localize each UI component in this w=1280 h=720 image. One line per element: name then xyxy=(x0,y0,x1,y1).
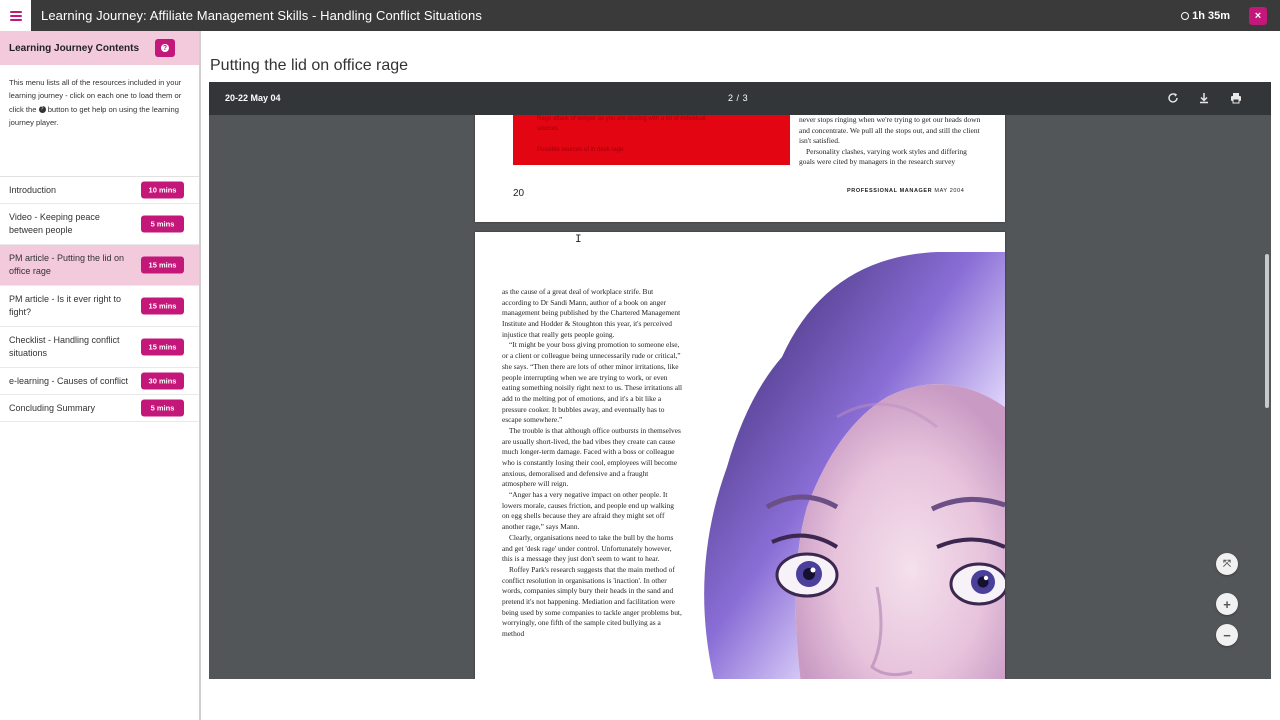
article-paragraph: as the cause of a great deal of workplac… xyxy=(502,287,681,339)
sidebar-item-checklist[interactable]: Checklist - Handling conflict situations… xyxy=(0,327,199,368)
page-title: Putting the lid on office rage xyxy=(210,57,409,74)
article-paragraph: Personality clashes, varying work styles… xyxy=(799,146,967,167)
sidebar: Learning Journey Contents ? This menu li… xyxy=(0,31,201,720)
sidebar-item-label: PM article - Is it ever right to fight? xyxy=(9,294,122,317)
article-paragraph: Clearly, organisations need to take the … xyxy=(502,532,674,564)
article-paragraph: “It might be your boss giving promotion … xyxy=(502,340,683,425)
sidebar-item-label: e-learning - Causes of conflict xyxy=(9,375,129,386)
callout-text: sources xyxy=(537,126,559,132)
duration-badge: 5 mins xyxy=(141,399,184,417)
pdf-viewer[interactable]: Rage attack of temper as you are dealing… xyxy=(209,82,1271,679)
red-callout: Rage attack of temper as you are dealing… xyxy=(513,114,790,165)
document-name: 20-22 May 04 xyxy=(225,93,281,103)
question-icon: ? xyxy=(161,44,169,52)
help-button[interactable]: ? xyxy=(155,39,175,57)
article-paragraph: The trouble is that although office outb… xyxy=(502,425,681,489)
page-separator: / xyxy=(736,93,740,103)
sidebar-title: Learning Journey Contents xyxy=(9,42,140,54)
pdf-page-2: as the cause of a great deal of workplac… xyxy=(475,232,1005,679)
sidebar-item-label: PM article - Putting the lid on office r… xyxy=(9,253,125,276)
sidebar-item-label: Introduction xyxy=(9,184,57,195)
sidebar-item-pm-article-office-rage[interactable]: PM article - Putting the lid on office r… xyxy=(0,245,199,286)
pdf-page-1: Rage attack of temper as you are dealing… xyxy=(475,114,1005,222)
sidebar-item-concluding-summary[interactable]: Concluding Summary 5 mins xyxy=(0,395,199,422)
footer-date: MAY 2004 xyxy=(934,188,965,194)
sidebar-item-introduction[interactable]: Introduction 10 mins xyxy=(0,177,199,204)
page-total: 3 xyxy=(742,93,749,103)
page-number: 20 xyxy=(513,188,525,199)
text-cursor-icon: I xyxy=(575,234,582,246)
question-icon: ? xyxy=(38,106,46,114)
page-current[interactable]: 2 xyxy=(728,93,734,103)
page-indicator: 2 / 3 xyxy=(728,93,748,103)
duration-badge: 15 mins xyxy=(141,256,184,274)
duration-badge: 10 mins xyxy=(141,181,184,199)
scrollbar[interactable] xyxy=(1265,254,1269,408)
sidebar-item-e-learning[interactable]: e-learning - Causes of conflict 30 mins xyxy=(0,368,199,395)
article-paragraph: Roffey Park's research suggests that the… xyxy=(502,564,682,638)
sidebar-header: Learning Journey Contents ? xyxy=(0,31,199,65)
close-button[interactable]: × xyxy=(1249,7,1267,25)
sidebar-description: This menu lists all of the resources inc… xyxy=(0,65,199,176)
page-footer: PROFESSIONAL MANAGER MAY 2004 xyxy=(847,188,964,194)
sidebar-item-label: Checklist - Handling conflict situations xyxy=(9,335,120,358)
top-bar: Learning Journey: Affiliate Management S… xyxy=(0,0,1280,31)
download-icon[interactable] xyxy=(1197,91,1211,105)
sidebar-item-label: Video - Keeping peace between people xyxy=(9,212,100,235)
angry-woman-photo xyxy=(687,247,1005,679)
duration-badge: 5 mins xyxy=(141,215,184,233)
article-paragraph: never stops ringing when we're trying to… xyxy=(799,115,981,146)
clock-icon xyxy=(1181,11,1190,20)
article-paragraph: “Anger has a very negative impact on oth… xyxy=(502,490,674,532)
article-text: never stops ringing when we're trying to… xyxy=(799,115,984,168)
zoom-in-button[interactable]: + xyxy=(1216,593,1238,615)
hamburger-icon xyxy=(9,10,22,21)
print-icon[interactable] xyxy=(1229,91,1243,105)
zoom-out-button[interactable]: − xyxy=(1216,624,1238,646)
duration-badge: 15 mins xyxy=(141,338,184,356)
fit-page-button[interactable]: ⤧ xyxy=(1216,553,1238,575)
article-text: as the cause of a great deal of workplac… xyxy=(502,287,683,640)
footer-brand: PROFESSIONAL MANAGER xyxy=(847,188,933,194)
timer-value: 1h 35m xyxy=(1192,9,1230,22)
menu-button[interactable] xyxy=(0,0,31,31)
rotate-icon[interactable] xyxy=(1166,91,1180,105)
sidebar-item-pm-article-fight[interactable]: PM article - Is it ever right to fight? … xyxy=(0,286,199,327)
window-title: Learning Journey: Affiliate Management S… xyxy=(41,8,482,23)
sidebar-item-video[interactable]: Video - Keeping peace between people 5 m… xyxy=(0,204,199,245)
sidebar-item-label: Concluding Summary xyxy=(9,402,96,413)
callout-text: Rage attack of temper as you are dealing… xyxy=(537,116,706,122)
duration-badge: 15 mins xyxy=(141,297,184,315)
callout-text: Possible sources of in desk rage xyxy=(537,147,624,153)
duration-badge: 30 mins xyxy=(141,372,184,390)
timer: 1h 35m xyxy=(1181,0,1230,31)
pdf-toolbar: 20-22 May 04 2 / 3 xyxy=(209,82,1271,115)
sidebar-list: Introduction 10 mins Video - Keeping pea… xyxy=(0,176,199,422)
